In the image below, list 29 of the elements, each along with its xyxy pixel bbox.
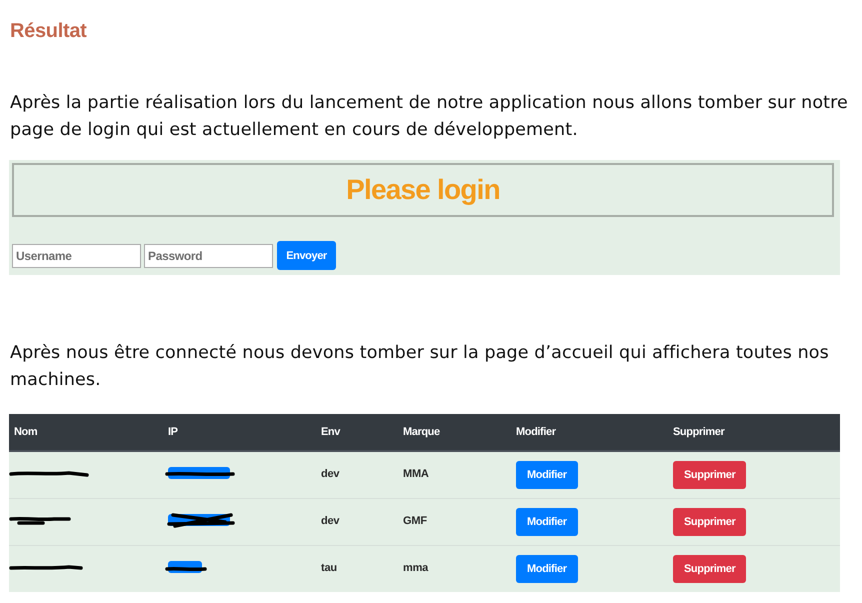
redacted-badge-icon xyxy=(165,464,235,481)
table-cell: GMF xyxy=(403,514,427,526)
table-cell: MMA xyxy=(403,468,429,480)
column-header: Supprimer xyxy=(673,426,724,438)
column-header: IP xyxy=(168,426,178,438)
section-heading: Résultat xyxy=(10,19,88,44)
column-header: Marque xyxy=(403,426,440,438)
redacted-badge-icon xyxy=(165,558,207,575)
login-title: Please login xyxy=(346,174,500,206)
body-paragraph: Après nous être connecté nous devons tomber sur la page d’accueil qui affichera toutes nos machines. xyxy=(9,342,830,392)
delete-button[interactable]: Supprimer xyxy=(673,460,746,489)
redaction-scribble-icon xyxy=(9,514,71,524)
column-header: Env xyxy=(321,426,340,438)
submit-button[interactable]: Envoyer xyxy=(277,241,336,270)
table-cell: mma xyxy=(403,562,428,574)
password-field[interactable]: Password xyxy=(144,244,273,268)
column-header: Modifier xyxy=(516,426,556,438)
column-header: Nom xyxy=(14,426,38,438)
edit-button[interactable]: Modifier xyxy=(516,508,578,536)
username-field[interactable]: Username xyxy=(12,244,141,268)
intro-paragraph: Après la partie réalisation lors du lancement de notre application nous allons tomber sur notre page de login qui est actuellement en cours de développement. xyxy=(9,92,848,142)
edit-button[interactable]: Modifier xyxy=(516,554,578,583)
redacted-badge-icon xyxy=(165,512,235,528)
table-cell: tau xyxy=(321,562,337,574)
table-cell: dev xyxy=(321,468,340,480)
delete-button[interactable]: Supprimer xyxy=(673,554,746,583)
delete-button[interactable]: Supprimer xyxy=(673,508,746,536)
table-cell: dev xyxy=(321,514,340,526)
edit-button[interactable]: Modifier xyxy=(516,460,578,489)
